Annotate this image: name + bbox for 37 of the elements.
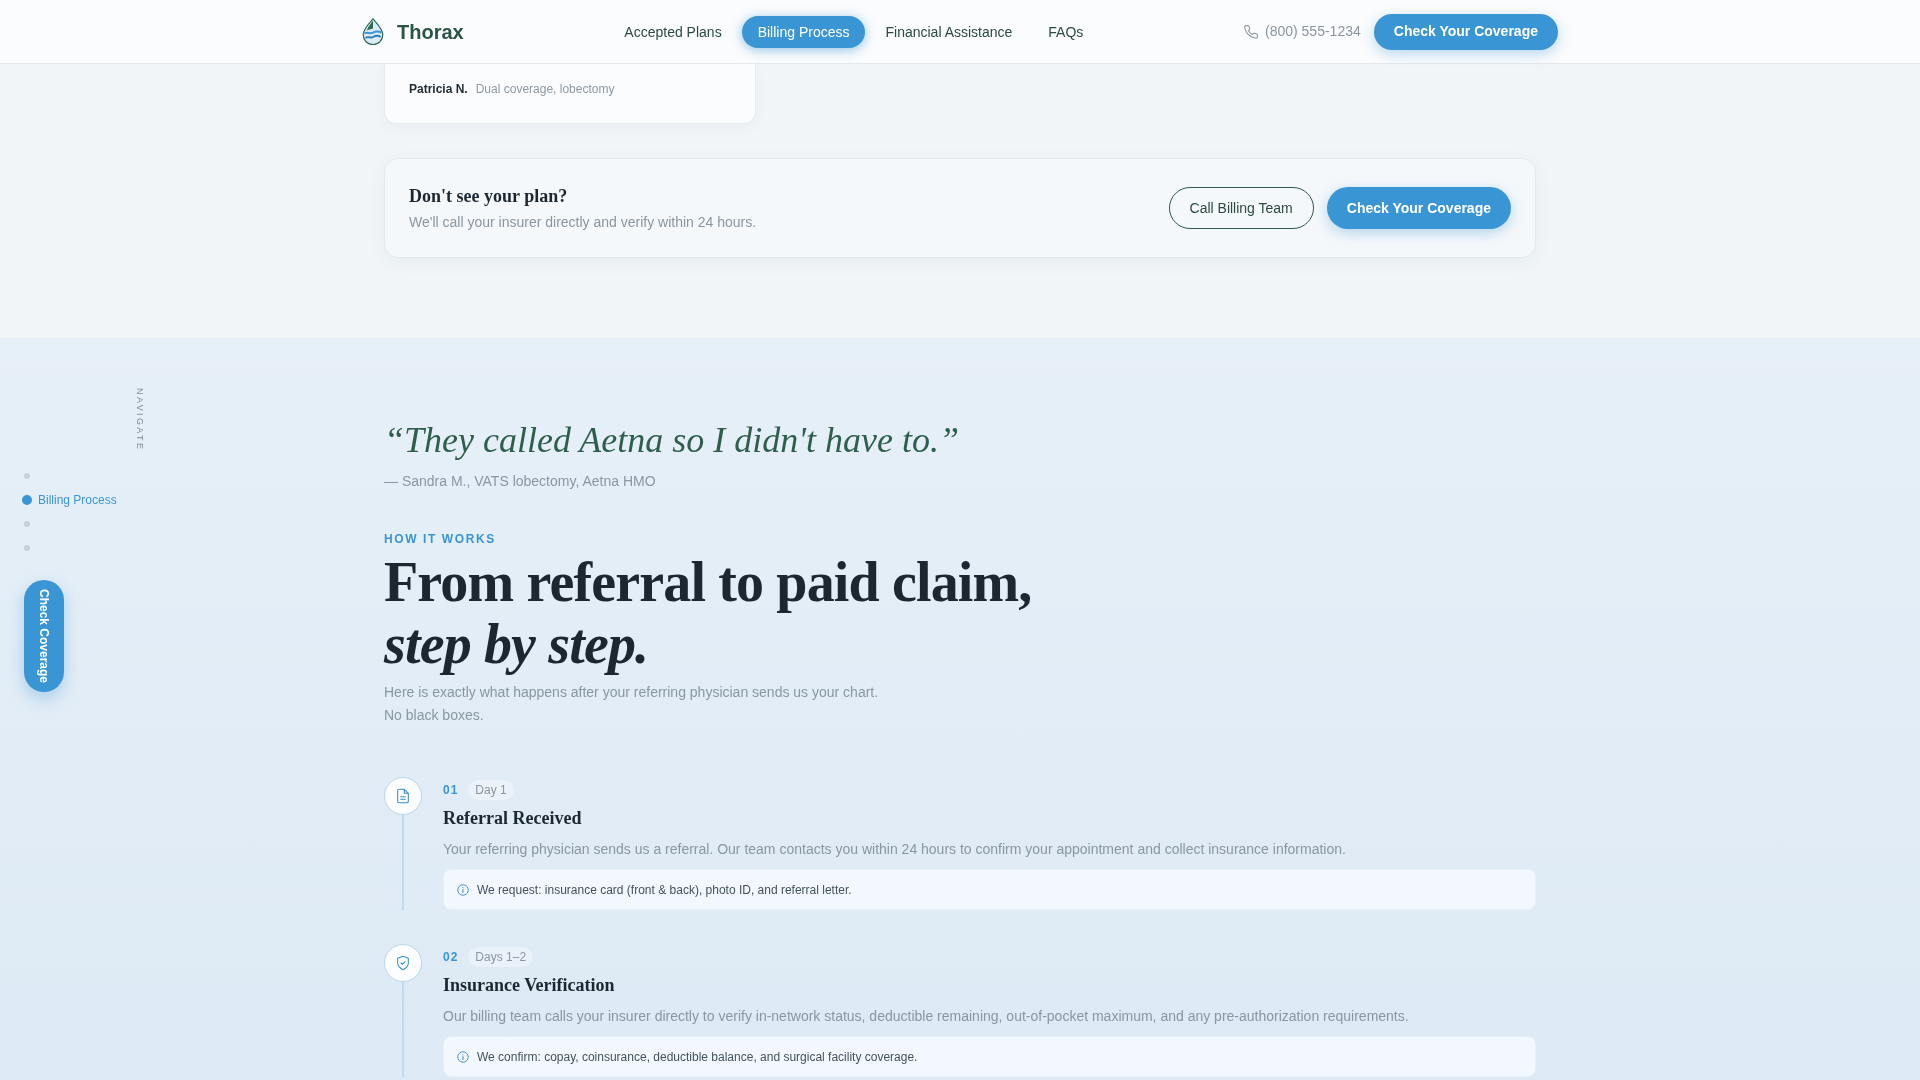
review-detail: Dual coverage, lobectomy: [475, 81, 615, 97]
brand-link[interactable]: Thorax: [362, 18, 464, 45]
step-number: 02: [443, 949, 459, 966]
section-intro: Here is exactly what happens after your referring physician sends us your chart. No black boxes.: [384, 683, 880, 725]
section-link[interactable]: Billing Process: [22, 492, 117, 508]
check-coverage-button[interactable]: Check Your Coverage: [1373, 13, 1558, 50]
reviewer-name: Patricia N.: [409, 81, 468, 97]
section-dot[interactable]: [24, 521, 30, 527]
section-heading: From referral to paid claim, step by step.: [384, 551, 1033, 675]
nav-link[interactable]: Billing Process: [741, 15, 866, 48]
testimonial-quote: “They called Aetna so I didn't have to.”: [384, 419, 960, 462]
day-badge: Day 1: [468, 780, 514, 800]
check-coverage-button[interactable]: Check Your Coverage: [1326, 187, 1511, 229]
nav-link[interactable]: Financial Assistance: [869, 15, 1029, 48]
info-icon: [457, 1050, 469, 1063]
step-title: Referral Received: [443, 807, 583, 830]
step-title: Insurance Verification: [443, 974, 616, 997]
cta-title: Don't see your plan?: [409, 185, 569, 208]
step-description: Your referring physician sends us a referral. Our team contacts you within 24 hours to confirm your appointment and collect insurance information.: [443, 840, 1347, 859]
cta-text: We'll call your insurer directly and verify within 24 hours.: [409, 213, 757, 232]
nav-link[interactable]: Accepted Plans: [608, 15, 738, 48]
info-icon: [457, 883, 469, 896]
section-dot[interactable]: [24, 473, 30, 479]
quote-attribution: — Sandra M., VATS lobectomy, Aetna HMO: [384, 472, 657, 491]
phone-icon: [1244, 24, 1258, 39]
day-badge: Days 1–2: [468, 947, 534, 967]
step-description: Our billing team calls your insurer directly to verify in-network status, deductible remaining, out-of-pocket maximum, and any pre-authorization requirements.: [443, 1007, 1410, 1026]
step-number: 01: [443, 782, 459, 799]
note-text: We confirm: copay, coinsurance, deductible balance, and surgical facility coverage.: [477, 1048, 918, 1065]
note-text: We request: insurance card (front & back), photo ID, and referral letter.: [477, 881, 852, 898]
sidenav-heading: NAVIGATE: [134, 388, 146, 452]
logo-icon: [362, 18, 384, 45]
section-dot[interactable]: [24, 545, 30, 551]
phone-link[interactable]: (800) 555-1234: [1244, 21, 1361, 42]
check-coverage-button[interactable]: Check Coverage: [24, 580, 64, 692]
nav-link[interactable]: FAQs: [1032, 15, 1100, 48]
section-eyebrow: HOW IT WORKS: [384, 531, 497, 547]
